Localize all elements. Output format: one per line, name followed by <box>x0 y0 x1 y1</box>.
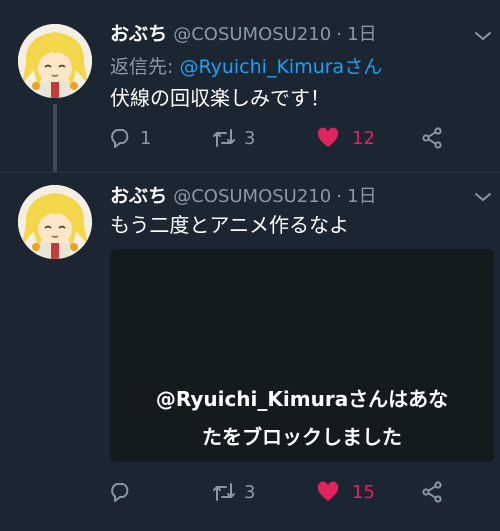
heart-icon <box>317 481 339 501</box>
user-handle[interactable]: @COSUMOSU210 <box>173 186 331 207</box>
reply-mention-link[interactable]: @Ryuichi_Kimuraさん <box>179 56 382 78</box>
avatar-image <box>18 24 92 98</box>
retweet-count: 3 <box>244 127 256 149</box>
avatar[interactable] <box>18 185 92 259</box>
like-button[interactable]: 12 <box>316 124 375 152</box>
tweet[interactable]: おぶち @COSUMOSU210 · 1日 返信先: @Ryuichi_Kimur… <box>0 0 500 172</box>
separator: · <box>336 24 343 45</box>
like-count: 12 <box>352 127 375 149</box>
timestamp[interactable]: 1日 <box>347 24 376 45</box>
blocked-notice-line: たをブロックしました <box>202 425 402 449</box>
reply-to-prefix: 返信先: <box>110 56 174 78</box>
blocked-media-card[interactable]: @Ryuichi_Kimuraさんはあな たをブロックしました <box>110 249 494 462</box>
avatar-image <box>18 185 92 259</box>
share-button[interactable] <box>420 124 444 152</box>
display-name[interactable]: おぶち <box>110 185 167 207</box>
blocked-notice-line: @Ryuichi_Kimuraさんはあな <box>155 387 449 411</box>
reply-to-line: 返信先: @Ryuichi_Kimuraさん <box>110 53 382 81</box>
separator: · <box>336 186 343 207</box>
chevron-down-icon[interactable] <box>474 191 492 203</box>
tweet[interactable]: おぶち @COSUMOSU210 · 1日 もう二度とアニメ作るなよ @Ryuic… <box>0 172 500 531</box>
tweet-actions: 1 3 12 <box>108 124 448 152</box>
retweet-arrows-icon <box>213 483 235 501</box>
blocked-notice: @Ryuichi_Kimuraさんはあな たをブロックしました <box>110 380 494 456</box>
reply-button[interactable] <box>108 478 140 506</box>
tweet-actions: 3 15 <box>108 478 448 506</box>
share-nodes-icon <box>422 481 442 503</box>
chevron-down-icon[interactable] <box>474 30 492 42</box>
like-count: 15 <box>352 481 375 503</box>
avatar[interactable] <box>18 24 92 98</box>
like-button[interactable]: 15 <box>316 478 375 506</box>
user-handle[interactable]: @COSUMOSU210 <box>173 24 331 45</box>
share-button[interactable] <box>420 478 444 506</box>
tweet-header: おぶち @COSUMOSU210 · 1日 <box>110 182 377 210</box>
tweet-header: おぶち @COSUMOSU210 · 1日 <box>110 20 377 48</box>
reply-button[interactable]: 1 <box>108 124 151 152</box>
retweet-count: 3 <box>244 481 256 503</box>
reply-count: 1 <box>140 127 152 149</box>
speech-bubble-icon <box>111 129 129 148</box>
retweet-button[interactable]: 3 <box>212 124 255 152</box>
tweet-text: もう二度とアニメ作るなよ <box>110 213 349 237</box>
speech-bubble-icon <box>111 483 129 502</box>
share-nodes-icon <box>422 127 442 149</box>
display-name[interactable]: おぶち <box>110 23 167 45</box>
thread-line <box>53 104 57 172</box>
timestamp[interactable]: 1日 <box>347 186 376 207</box>
heart-icon <box>317 127 339 147</box>
retweet-arrows-icon <box>213 129 235 147</box>
retweet-button[interactable]: 3 <box>212 478 255 506</box>
tweet-text: 伏線の回収楽しみです！ <box>110 86 330 110</box>
